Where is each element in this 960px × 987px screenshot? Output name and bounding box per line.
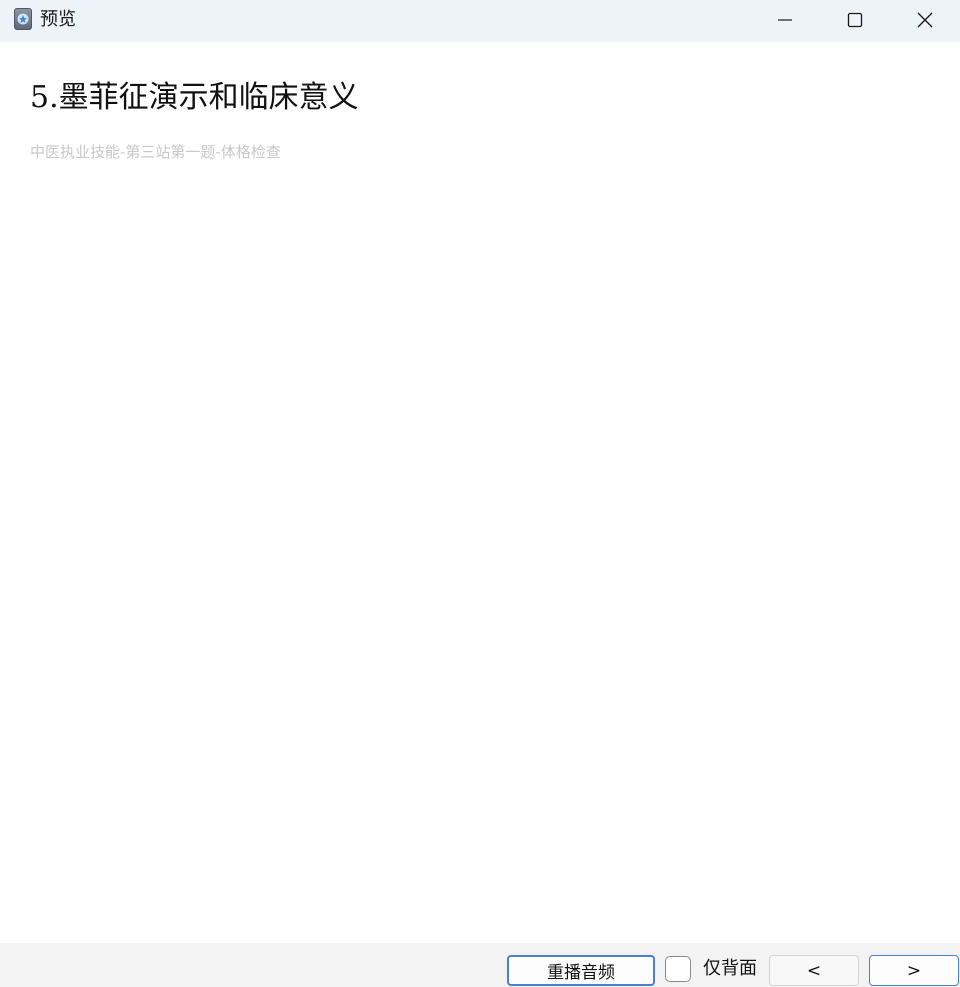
minimize-button[interactable] — [750, 0, 820, 40]
preview-window: 预览 5.墨菲征演示和临床意义 中医执业技能-第三站第一题-体格检查 重播音频 … — [0, 0, 960, 987]
maximize-button[interactable] — [820, 0, 890, 40]
next-button[interactable]: > — [869, 955, 959, 986]
title-bar[interactable]: 预览 — [0, 0, 960, 42]
card-heading: 5.墨菲征演示和临床意义 — [30, 80, 359, 115]
minimize-icon — [778, 19, 792, 21]
previous-button[interactable]: < — [769, 955, 859, 986]
close-button[interactable] — [890, 0, 960, 40]
replay-audio-button[interactable]: 重播音频 — [507, 955, 655, 986]
maximize-icon — [847, 12, 863, 28]
back-only-checkbox[interactable] — [665, 956, 691, 982]
card-deck-path: 中医执业技能-第三站第一题-体格检查 — [30, 143, 281, 161]
window-title: 预览 — [40, 9, 76, 30]
close-icon — [917, 12, 933, 28]
back-only-label[interactable]: 仅背面 — [703, 958, 757, 980]
app-icon — [14, 8, 32, 30]
